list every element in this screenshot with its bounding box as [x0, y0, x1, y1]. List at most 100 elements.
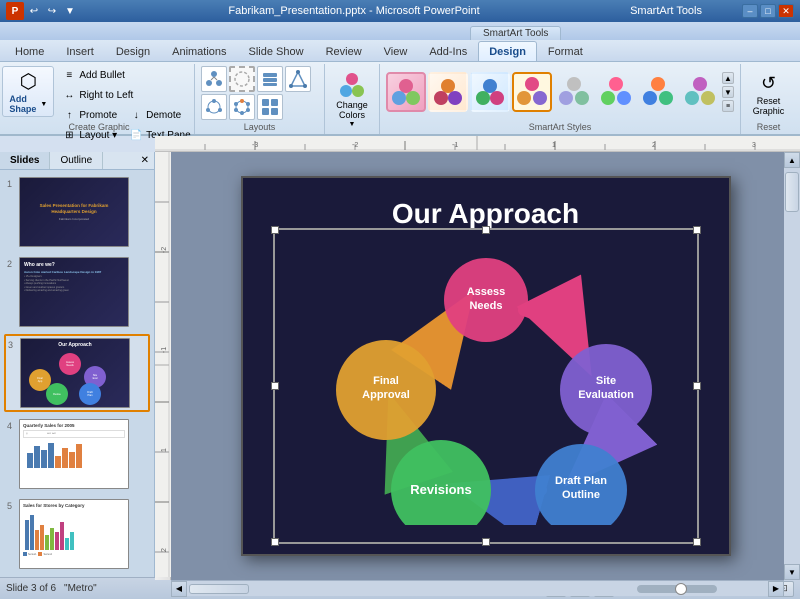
change-colors-arrow: ▼: [349, 121, 356, 128]
change-colors-label: ChangeColors: [336, 101, 368, 121]
right-to-left-btn[interactable]: ↔ Right to Left: [57, 86, 195, 104]
tab-addins[interactable]: Add-Ins: [418, 41, 478, 61]
tab-review[interactable]: Review: [315, 41, 373, 61]
slide-item-4[interactable]: 4 Quarterly Sales for 2005 Q Val1 Val2: [4, 416, 150, 492]
scroll-up-btn[interactable]: ▲: [784, 152, 800, 168]
handle-ml[interactable]: [271, 382, 279, 390]
smartart-tools-label: SmartArt Tools: [630, 5, 702, 17]
slide-title: Our Approach: [243, 178, 729, 230]
change-colors-group: ChangeColors ▼: [325, 64, 380, 134]
change-colors-btn[interactable]: ChangeColors ▼: [331, 66, 373, 131]
handle-bl[interactable]: [271, 538, 279, 546]
hscroll-left-btn[interactable]: ◀: [171, 581, 187, 597]
slide-item-3[interactable]: 3 Our Approach AssessNeeds SiteEval Draf…: [4, 334, 150, 412]
svg-text:Approval: Approval: [362, 389, 410, 401]
smartart-diagram[interactable]: Assess Needs Site Evaluation Draft Plan …: [286, 245, 686, 545]
hscroll-thumb[interactable]: [189, 584, 249, 594]
window-title: Fabrikam_Presentation.pptx - Microsoft P…: [78, 5, 630, 17]
slide-number-4: 4: [7, 419, 15, 431]
slide-canvas[interactable]: Our Approach: [241, 176, 731, 556]
style-item-2[interactable]: [428, 72, 468, 112]
style-item-active[interactable]: [512, 72, 552, 112]
svg-text:Needs: Needs: [469, 300, 502, 312]
style-item-4[interactable]: [554, 72, 594, 112]
handle-tl[interactable]: [271, 226, 279, 234]
tab-smartart-design[interactable]: Design: [478, 41, 537, 61]
demote-icon: ↓: [129, 108, 143, 122]
add-shape-label: Add Shape: [9, 94, 39, 114]
qa-dropdown[interactable]: ▼: [62, 4, 78, 18]
layout-item-1[interactable]: [201, 66, 227, 92]
handle-br[interactable]: [693, 538, 701, 546]
layout-item-6[interactable]: [229, 94, 255, 120]
slide-number-2: 2: [7, 257, 15, 269]
layout-item-4[interactable]: [285, 66, 311, 92]
layout-item-5[interactable]: [201, 94, 227, 120]
svg-text:1: 1: [161, 448, 168, 452]
minimize-btn[interactable]: –: [742, 4, 758, 18]
right-to-left-icon: ↔: [62, 88, 76, 102]
tab-view[interactable]: View: [373, 41, 419, 61]
slide-item-2[interactable]: 2 Who are we? Aaron Cole started Caribou…: [4, 254, 150, 330]
add-bullet-btn[interactable]: ≡ Add Bullet: [57, 66, 195, 84]
promote-icon: ↑: [62, 108, 76, 122]
zoom-slider[interactable]: [637, 585, 717, 593]
tab-format[interactable]: Format: [537, 41, 594, 61]
svg-text:-1: -1: [161, 347, 168, 353]
undo-btn[interactable]: ↩: [26, 4, 42, 18]
tab-home[interactable]: Home: [4, 41, 55, 61]
ribbon: ⬡ Add Shape ▼ ≡ Add Bullet ↔ Right to Le…: [0, 62, 800, 136]
handle-mr[interactable]: [693, 382, 701, 390]
slide-item-1[interactable]: 1 Sales Presentation for FabrikamHeadqua…: [4, 174, 150, 250]
slide-item-5[interactable]: 5 Sales for Stores by Category: [4, 496, 150, 572]
theme-info: "Metro": [64, 583, 97, 594]
tab-animations[interactable]: Animations: [161, 41, 237, 61]
add-shape-arrow: ▼: [40, 101, 47, 108]
layout-item-2[interactable]: [229, 66, 255, 92]
close-btn[interactable]: ✕: [778, 4, 794, 18]
styles-scroll-up[interactable]: ▲: [722, 72, 734, 84]
smartart-styles-group: ▲ ▼ ≡ SmartArt Styles: [380, 64, 741, 134]
tab-slideshow[interactable]: Slide Show: [238, 41, 315, 61]
hscroll-right-btn[interactable]: ▶: [768, 581, 784, 597]
slide-thumb-3: Our Approach AssessNeeds SiteEval DraftP…: [20, 338, 130, 408]
slide-thumb-4: Quarterly Sales for 2005 Q Val1 Val2: [19, 419, 129, 489]
handle-tr[interactable]: [693, 226, 701, 234]
create-graphic-label: Create Graphic: [4, 122, 194, 132]
reset-group: ↺ ResetGraphic Reset: [741, 64, 796, 134]
scroll-down-btn[interactable]: ▼: [784, 564, 800, 580]
quick-access-toolbar: P ↩ ↪ ▼: [6, 2, 78, 20]
tab-design[interactable]: Design: [105, 41, 161, 61]
svg-text:Assess: Assess: [466, 286, 505, 298]
style-item-5[interactable]: [596, 72, 636, 112]
styles-more[interactable]: ≡: [722, 100, 734, 112]
vertical-ruler: -2 -1 1 2: [155, 152, 171, 580]
svg-text:-1: -1: [452, 142, 458, 149]
zoom-handle[interactable]: [675, 583, 687, 595]
layouts-group: Layouts: [195, 64, 325, 134]
add-shape-btn[interactable]: ⬡ Add Shape ▼: [2, 66, 54, 117]
style-item-3[interactable]: [470, 72, 510, 112]
add-bullet-icon: ≡: [62, 68, 76, 82]
svg-text:2: 2: [652, 142, 656, 149]
maximize-btn[interactable]: □: [760, 4, 776, 18]
slide-info: Slide 3 of 6: [6, 583, 56, 594]
slide-thumb-5: Sales for Stores by Category: [19, 499, 129, 569]
scroll-thumb[interactable]: [785, 172, 799, 212]
style-item-7[interactable]: [680, 72, 720, 112]
slides-panel: Slides Outline ✕ 1 Sales Presentation fo…: [0, 152, 155, 577]
handle-tc[interactable]: [482, 226, 490, 234]
layout-item-7[interactable]: [257, 94, 283, 120]
svg-text:Site: Site: [595, 375, 615, 387]
styles-scroll-down[interactable]: ▼: [722, 86, 734, 98]
style-item-1[interactable]: [386, 72, 426, 112]
redo-btn[interactable]: ↪: [44, 4, 60, 18]
svg-text:1: 1: [552, 142, 556, 149]
vertical-scrollbar: ▲ ▼: [784, 152, 800, 580]
reset-graphic-btn[interactable]: ↺ ResetGraphic: [748, 66, 790, 120]
style-item-6[interactable]: [638, 72, 678, 112]
reset-graphic-icon: ↺: [754, 69, 782, 97]
svg-text:-2: -2: [161, 247, 168, 253]
layout-item-3[interactable]: [257, 66, 283, 92]
tab-insert[interactable]: Insert: [55, 41, 105, 61]
